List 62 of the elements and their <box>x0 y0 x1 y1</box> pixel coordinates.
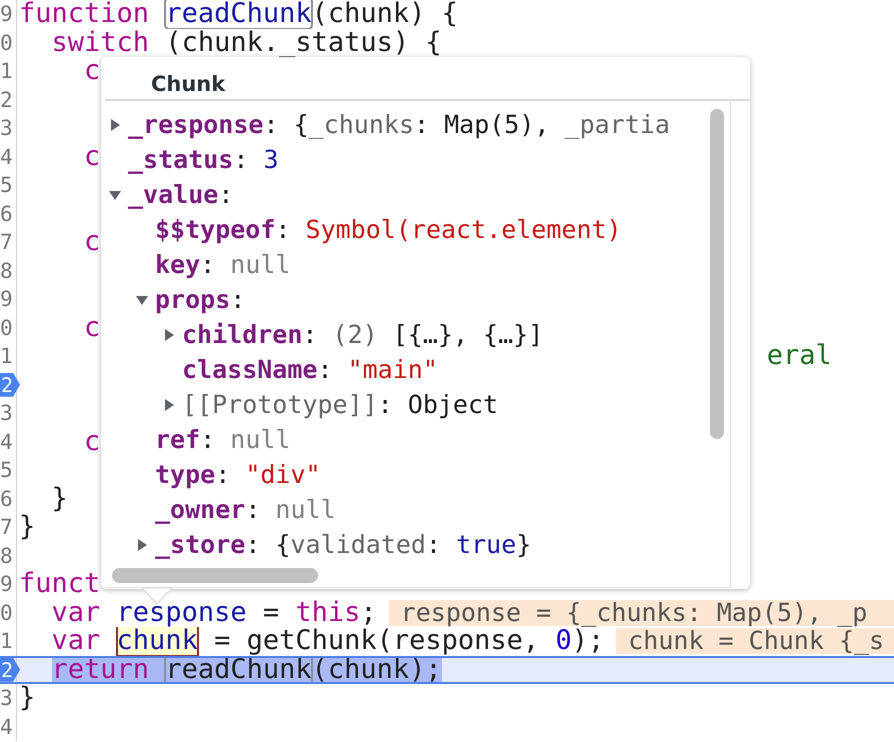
line-number: 4 <box>0 144 13 170</box>
line-number: 4 <box>0 428 13 455</box>
property-entry: _status: 3 <box>128 145 279 174</box>
line-number: 0 <box>0 600 13 626</box>
property-entry: _owner: null <box>155 495 336 524</box>
code-line: c <box>84 144 100 170</box>
code-line: var chunk = getChunk(response, 0); <box>52 628 604 654</box>
horizontal-scrollbar[interactable] <box>112 568 318 583</box>
code-line: switch (chunk._status) { <box>52 30 442 56</box>
inline-value: response = {_chunks: Map(5), _p <box>388 600 894 626</box>
breakpoint-marker[interactable]: 2 <box>0 658 20 682</box>
property-entry: key: null <box>155 250 290 279</box>
code-line: } <box>52 486 68 512</box>
code-line: } <box>19 514 36 540</box>
property-entry: props: <box>155 285 246 314</box>
code-line: eral <box>766 343 832 370</box>
code-line: c <box>84 428 100 455</box>
line-number: 7 <box>0 514 13 540</box>
line-number: 4 <box>0 714 13 740</box>
vertical-scrollbar[interactable] <box>710 109 724 439</box>
property-entry: $$typeof: Symbol(react.element) <box>155 215 622 244</box>
breakpoint-marker[interactable]: 2 <box>0 372 20 397</box>
collapsed-triangle-icon[interactable] <box>135 538 149 552</box>
line-number: 1 <box>0 628 13 654</box>
line-number: 6 <box>0 486 13 512</box>
line-number: 9 <box>0 1 13 28</box>
property-entry: className: "main" <box>182 355 438 384</box>
line-number: 0 <box>0 314 13 341</box>
collapsed-triangle-icon[interactable] <box>162 398 176 412</box>
code-line: c <box>84 58 100 84</box>
line-number: 9 <box>0 571 13 598</box>
property-entry: _value: <box>128 180 234 209</box>
property-entry: [[Prototype]]: Object <box>182 390 498 419</box>
line-number: 6 <box>0 200 13 227</box>
property-entry: _store: {validated: true} <box>155 530 532 559</box>
line-number: 0 <box>0 30 13 56</box>
line-number: 7 <box>0 229 13 256</box>
line-number: 5 <box>0 457 13 484</box>
line-number: 8 <box>0 542 13 569</box>
line-number: 8 <box>0 258 13 284</box>
property-entry: type: "div" <box>155 460 321 489</box>
line-number: 2 <box>0 86 13 113</box>
property-entry: _response: {_chunks: Map(5), _partia <box>128 110 670 139</box>
line-number: 5 <box>0 172 13 198</box>
inline-value: chunk = Chunk {_s <box>616 628 894 654</box>
line-number: 3 <box>0 115 13 142</box>
property-entry: children: (2) [{…}, {…}] <box>182 320 544 349</box>
line-number: 1 <box>0 343 13 370</box>
code-line: funct <box>19 571 100 598</box>
line-number: 1 <box>0 58 13 84</box>
code-line: c <box>84 314 100 341</box>
line-number: 3 <box>0 400 13 426</box>
code-line: } <box>19 685 36 712</box>
collapsed-triangle-icon[interactable] <box>108 118 122 132</box>
popup-title: Chunk <box>105 57 750 101</box>
collapsed-triangle-icon[interactable] <box>162 328 176 342</box>
line-number: 9 <box>0 286 13 312</box>
code-line: function readChunk(chunk) { <box>19 1 458 28</box>
code-line: var response = this; <box>52 600 377 626</box>
code-line: c <box>84 229 100 256</box>
property-entry: ref: null <box>155 425 290 454</box>
line-number: 3 <box>0 685 13 712</box>
